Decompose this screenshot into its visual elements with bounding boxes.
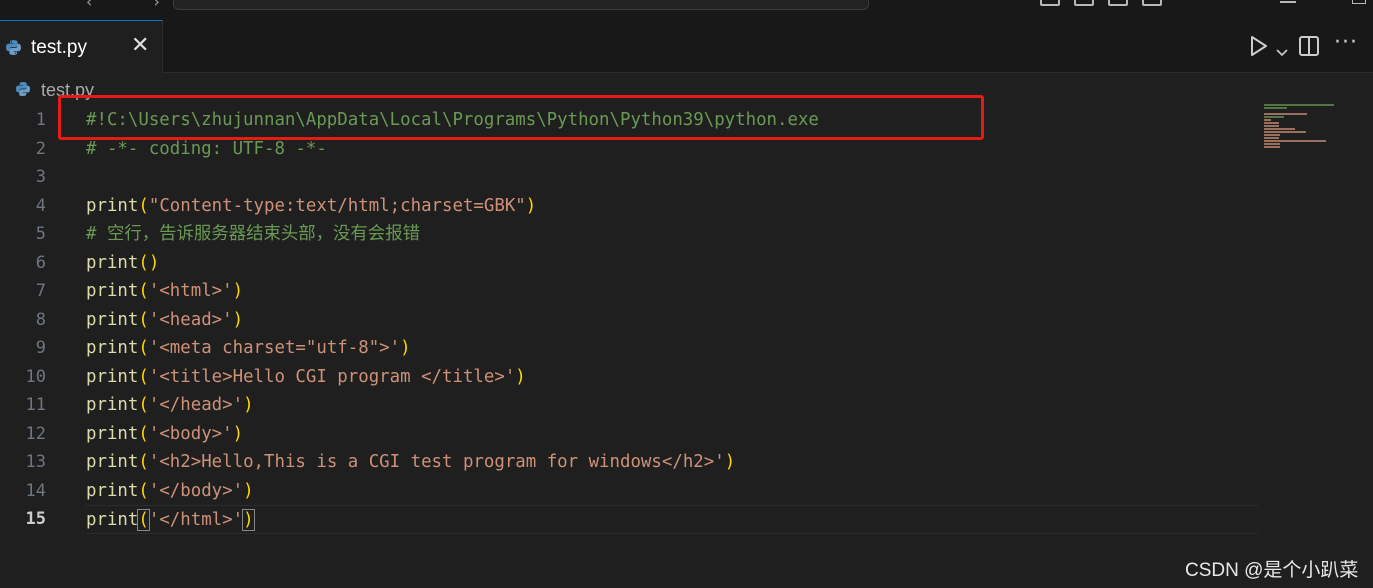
line-number: 2 [35,138,46,159]
code-line[interactable]: print('<h2>Hello,This is a CGI test prog… [86,448,1258,477]
minimap-line [1264,143,1280,145]
line-number: 12 [25,423,46,444]
minimap[interactable] [1264,104,1344,148]
command-center[interactable]: ) g [173,0,869,10]
minimize-icon[interactable] [1280,1,1296,3]
line-number: 9 [35,338,46,358]
editor-actions: ··· [1243,20,1373,73]
line-number: 6 [35,252,46,273]
minimap-line [1264,119,1271,121]
code-line[interactable]: # 空行，告诉服务器结束头部，没有会报错 [86,220,1258,249]
minimap-line [1264,122,1279,124]
toggle-primary-sidebar-icon[interactable] [1040,0,1060,6]
close-icon[interactable]: ✕ [131,33,149,58]
minimap-line [1264,125,1279,127]
line-number: 8 [35,309,46,330]
line-number: 7 [35,281,46,301]
minimap-line [1264,146,1280,148]
line-number: 11 [25,395,46,415]
minimap-line [1264,140,1326,142]
line-number: 5 [35,224,46,244]
minimap-line [1264,104,1334,106]
code-line[interactable]: print('<meta charset="utf-8">') [86,334,1258,363]
code-line[interactable]: print('<title>Hello CGI program </title>… [86,363,1258,392]
code-line[interactable]: print('<body>') [86,420,1258,449]
code-editor[interactable]: #!C:\Users\zhujunnan\AppData\Local\Progr… [86,106,1258,534]
minimap-line [1264,131,1306,133]
code-line[interactable] [86,163,1258,192]
python-file-icon [5,39,22,60]
editor-tab-bar: test.py ✕ [0,20,1373,73]
maximize-icon[interactable] [1352,0,1366,4]
title-bar: ‹ › ) g [0,0,1373,20]
minimap-line [1264,134,1280,136]
layout-controls [1040,0,1162,6]
code-line[interactable]: print() [86,249,1258,278]
code-line[interactable]: print("Content-type:text/html;charset=GB… [86,192,1258,221]
split-editor-icon[interactable] [1299,36,1319,56]
minimap-line [1264,107,1287,109]
line-number-current: 15 [25,509,46,529]
line-number: 14 [25,480,46,501]
code-line[interactable]: print('<head>') [86,306,1258,335]
annotation-highlight-box [58,95,984,140]
more-actions-icon[interactable]: ··· [1334,30,1358,55]
run-python-file-icon[interactable] [1250,36,1268,60]
tab-label: test.py [31,37,87,58]
line-number: 4 [35,195,46,216]
code-line[interactable]: print('</body>') [86,477,1258,506]
customize-layout-icon[interactable] [1142,0,1162,6]
tab-test-py[interactable]: test.py ✕ [0,20,163,73]
code-line[interactable]: print('</head>') [86,391,1258,420]
watermark: CSDN @是个小趴菜 [1185,560,1359,581]
python-file-icon [15,81,31,101]
line-number: 13 [25,452,46,472]
toggle-panel-icon[interactable] [1074,0,1094,6]
code-line[interactable]: print('</html>') [86,505,1258,534]
line-number: 3 [35,167,46,187]
line-number: 1 [35,110,46,130]
minimap-line [1264,113,1307,115]
minimap-line [1264,128,1295,130]
minimap-line [1264,137,1279,139]
code-line[interactable]: print('<html>') [86,277,1258,306]
chevron-down-icon[interactable] [1276,42,1288,61]
line-number-gutter: 1 2 3 4 5 6 7 8 9 10 11 12 13 14 15 [0,106,80,534]
minimap-line [1264,116,1284,118]
toggle-secondary-sidebar-icon[interactable] [1108,0,1128,6]
line-number: 10 [25,366,46,387]
